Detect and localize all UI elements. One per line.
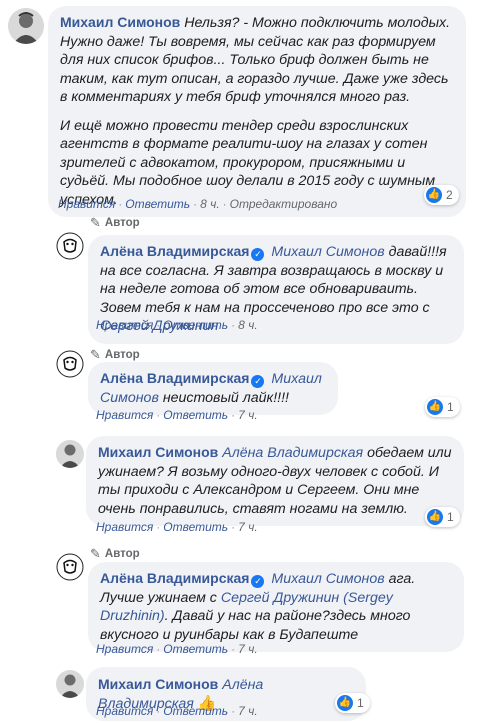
like-link[interactable]: Нравится (96, 520, 153, 534)
comment-bubble: Алёна Владимирская ✓ Михаил Симонов ага. … (88, 562, 464, 652)
reactions-badge[interactable]: 👍 1 (335, 693, 370, 713)
reactions-badge[interactable]: 👍 1 (425, 397, 460, 417)
avatar[interactable] (56, 670, 84, 698)
timestamp[interactable]: 7 ч. (238, 520, 258, 534)
like-icon: 👍 (427, 399, 443, 415)
verified-icon: ✓ (251, 575, 265, 588)
like-link[interactable]: Нравится (96, 408, 153, 422)
pencil-icon: ✎ (90, 546, 101, 561)
reaction-count: 2 (446, 188, 453, 202)
pencil-icon: ✎ (90, 215, 101, 230)
mention-link[interactable]: Михаил Симонов (271, 571, 384, 587)
verified-icon: ✓ (251, 248, 265, 261)
comment-actions: Нравится · Ответить · 8 ч. (96, 318, 258, 332)
comment-author[interactable]: Михаил Симонов (98, 444, 218, 460)
timestamp[interactable]: 8 ч. (238, 318, 258, 332)
reactions-badge[interactable]: 👍 2 (424, 185, 459, 205)
avatar[interactable] (56, 232, 84, 260)
timestamp[interactable]: 7 ч. (238, 642, 258, 656)
comment-author[interactable]: Михаил Симонов (60, 14, 180, 30)
reaction-count: 1 (357, 696, 364, 710)
reply-link[interactable]: Ответить (163, 642, 228, 656)
timestamp[interactable]: 7 ч. (238, 704, 258, 718)
comment-actions: Нравится · Ответить · 8 ч. · Отредактировано (58, 197, 338, 211)
like-icon: 👍 (337, 695, 353, 711)
reply-link[interactable]: Ответить (163, 704, 228, 718)
comment-bubble: Михаил Симонов Нельзя? - Можно подключит… (48, 6, 466, 217)
pencil-icon: ✎ (90, 347, 101, 362)
comment-actions: Нравится · Ответить · 7 ч. (96, 704, 258, 718)
reaction-count: 1 (447, 510, 454, 524)
comment-author[interactable]: Алёна Владимирская (100, 370, 249, 386)
timestamp[interactable]: 7 ч. (238, 408, 258, 422)
timestamp[interactable]: 8 ч. (200, 197, 220, 211)
avatar[interactable] (8, 8, 44, 44)
comment-text-2: И ещё можно провести тендер среди взросл… (60, 117, 436, 208)
avatar[interactable] (56, 350, 84, 378)
author-badge: ✎ Автор (90, 347, 140, 363)
like-link[interactable]: Нравится (96, 642, 153, 656)
comment-text: неистовый лайк!!!! (162, 389, 289, 406)
reaction-count: 1 (447, 400, 454, 414)
mention-link[interactable]: Михаил Симонов (271, 244, 384, 260)
reply-link[interactable]: Ответить (163, 520, 228, 534)
comment-actions: Нравится · Ответить · 7 ч. (96, 520, 258, 534)
comment-author[interactable]: Алёна Владимирская (100, 243, 249, 259)
comment-actions: Нравится · Ответить · 7 ч. (96, 408, 258, 422)
verified-icon: ✓ (251, 375, 265, 388)
avatar[interactable] (56, 553, 84, 581)
reply-link[interactable]: Ответить (125, 197, 190, 211)
comment-author[interactable]: Михаил Симонов (98, 676, 218, 692)
edited-label: Отредактировано (229, 197, 338, 211)
reactions-badge[interactable]: 👍 1 (425, 507, 460, 527)
author-badge: ✎ Автор (90, 546, 140, 562)
author-badge-label: Автор (104, 217, 140, 229)
like-icon: 👍 (427, 509, 443, 525)
author-badge: ✎ Автор (90, 215, 140, 231)
like-link[interactable]: Нравится (58, 197, 115, 211)
mention-link[interactable]: Алёна Владимирская (222, 445, 363, 461)
reply-link[interactable]: Ответить (163, 318, 228, 332)
reply-link[interactable]: Ответить (163, 408, 228, 422)
author-badge-label: Автор (104, 548, 140, 560)
author-badge-label: Автор (104, 349, 140, 361)
like-link[interactable]: Нравится (96, 704, 153, 718)
comment-actions: Нравится · Ответить · 7 ч. (96, 642, 258, 656)
like-link[interactable]: Нравится (96, 318, 153, 332)
avatar[interactable] (56, 440, 84, 468)
comment-bubble: Михаил Симонов Алёна Владимирская обедае… (86, 436, 464, 526)
comment-author[interactable]: Алёна Владимирская (100, 570, 249, 586)
like-icon: 👍 (426, 187, 442, 203)
